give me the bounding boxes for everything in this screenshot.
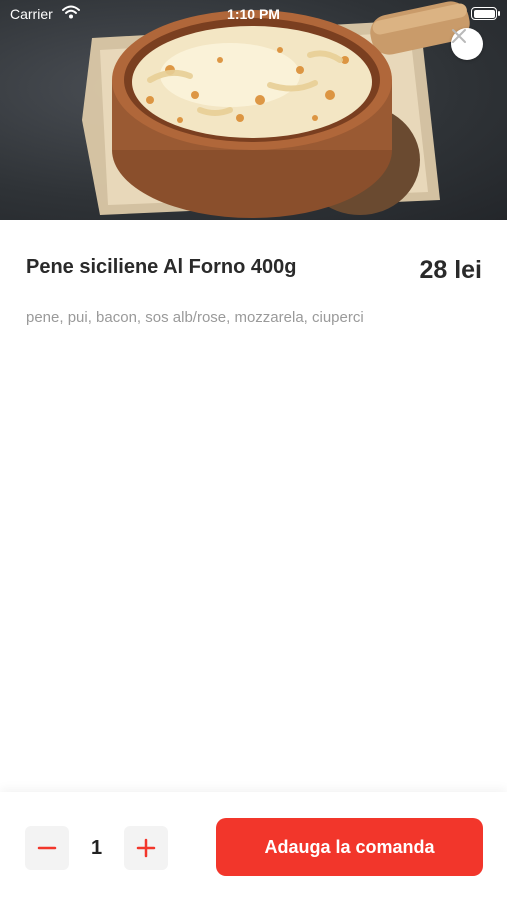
decrease-quantity-button[interactable] (25, 826, 69, 870)
plus-icon (136, 838, 156, 858)
baked-pasta-dish-photo (82, 1, 470, 218)
product-price: 28 lei (419, 256, 482, 284)
product-detail-screen: Carrier 1:10 PM Pene siciliene Al Forno … (0, 0, 507, 900)
product-image: Carrier 1:10 PM (0, 0, 507, 220)
minus-icon (37, 846, 57, 850)
close-button[interactable] (451, 28, 483, 60)
add-to-order-button[interactable]: Adauga la comanda (216, 818, 483, 876)
product-description: pene, pui, bacon, sos alb/rose, mozzarel… (26, 309, 364, 326)
quantity-value: 1 (90, 837, 103, 859)
battery-icon (471, 7, 500, 20)
close-icon (452, 29, 466, 43)
status-bar: Carrier 1:10 PM (0, 0, 507, 28)
order-bar: 1 Adauga la comanda (0, 792, 507, 900)
product-title: Pene siciliene Al Forno 400g (26, 256, 297, 278)
increase-quantity-button[interactable] (124, 826, 168, 870)
clock: 1:10 PM (227, 6, 280, 22)
